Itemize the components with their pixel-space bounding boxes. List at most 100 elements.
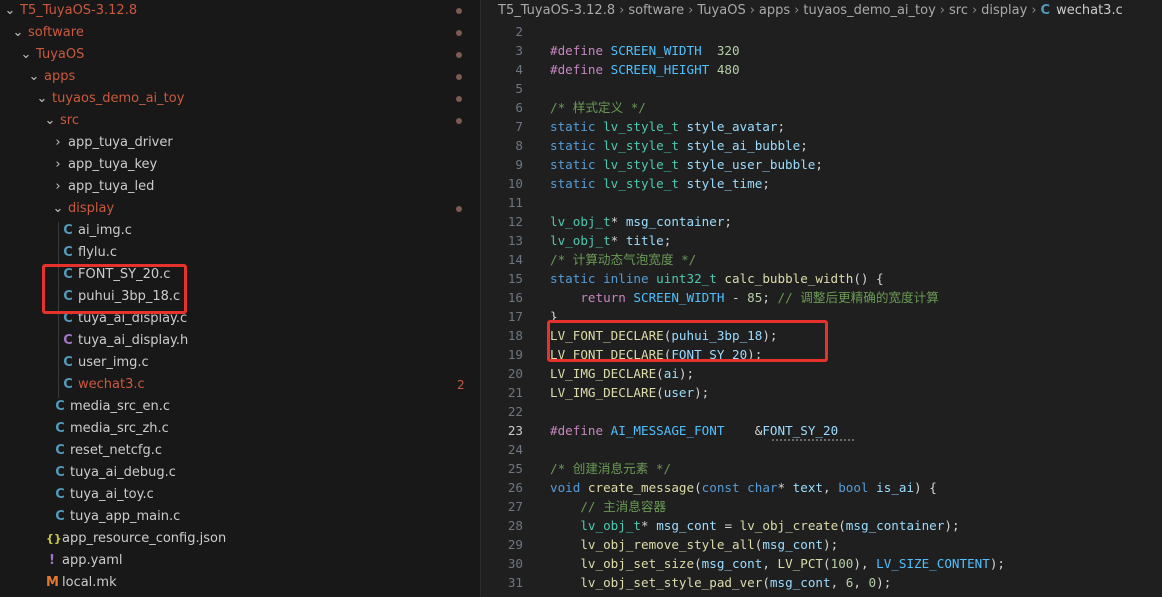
chevron-down-icon[interactable]: ⌄ [52, 198, 64, 220]
code-line[interactable]: 9 static lv_style_t style_user_bubble; [481, 155, 1162, 174]
code-line[interactable]: 4 #define SCREEN_HEIGHT 480 [481, 60, 1162, 79]
file-item[interactable]: Creset_netcfg.c [0, 440, 480, 462]
file-label: ai_img.c [78, 223, 132, 238]
code-line[interactable]: 22 [481, 402, 1162, 421]
folder-item[interactable]: › app_tuya_driver [0, 132, 480, 154]
chevron-down-icon[interactable]: ⌄ [36, 88, 48, 110]
chevron-down-icon[interactable]: ⌄ [28, 66, 40, 88]
breadcrumb-item[interactable]: T5_TuyaOS-3.12.8 [498, 3, 615, 18]
folder-item[interactable]: ⌄ tuyaos_demo_ai_toy [0, 88, 480, 110]
code-line[interactable]: 6 /* 样式定义 */ [481, 98, 1162, 117]
file-item[interactable]: Mlocal.mk [0, 572, 480, 594]
folder-item[interactable]: ⌄ software [0, 22, 480, 44]
code-text: return SCREEN_WIDTH - 85; // 调整后更精确的宽度计算 [550, 288, 938, 307]
file-item[interactable]: ! app.yaml [0, 550, 480, 572]
code-token: lv_style_t [603, 176, 687, 191]
file-item[interactable]: Ctuya_ai_toy.c [0, 484, 480, 506]
line-number: 27 [507, 499, 523, 514]
line-number: 29 [507, 537, 523, 552]
modified-dot-icon [456, 206, 462, 212]
code-token: user [663, 385, 695, 400]
folder-item[interactable]: ⌄ display [0, 198, 480, 220]
code-line[interactable]: 13 lv_obj_t* title; [481, 231, 1162, 250]
code-token: msg_cont [762, 537, 823, 552]
file-item[interactable]: {} app_resource_config.json [0, 528, 480, 550]
code-line[interactable]: 26 void create_message(const char* text, … [481, 478, 1162, 497]
folder-item[interactable]: ⌄ TuyaOS [0, 44, 480, 66]
code-line[interactable]: 10 static lv_style_t style_time; [481, 174, 1162, 193]
code-text: static lv_style_t style_user_bubble; [550, 155, 823, 174]
code-line[interactable]: 31 lv_obj_set_style_pad_ver(msg_cont, 6,… [481, 573, 1162, 592]
code-line[interactable]: 5 [481, 79, 1162, 98]
code-text: static lv_style_t style_avatar; [550, 117, 785, 136]
code-token: lv_obj_set_size [580, 556, 695, 571]
highlight-box-font-files [42, 264, 187, 314]
folder-item[interactable]: ⌄ apps [0, 66, 480, 88]
code-token: () { [853, 271, 884, 286]
line-number: 12 [507, 214, 523, 229]
code-line[interactable]: 20 LV_IMG_DECLARE(ai); [481, 364, 1162, 383]
file-item[interactable]: Cwechat3.c 2 [0, 374, 480, 396]
code-token: msg_container [845, 518, 945, 533]
code-line[interactable]: 16 return SCREEN_WIDTH - 85; // 调整后更精确的宽… [481, 288, 1162, 307]
file-item[interactable]: Cmedia_src_en.c [0, 396, 480, 418]
breadcrumb-item[interactable]: tuyaos_demo_ai_toy [803, 3, 935, 18]
file-item[interactable]: Ctuya_ai_debug.c [0, 462, 480, 484]
folder-item[interactable]: › app_tuya_key [0, 154, 480, 176]
code-line[interactable]: 29 lv_obj_remove_style_all(msg_cont); [481, 535, 1162, 554]
code-token: 0 [868, 575, 877, 590]
folder-item[interactable]: ⌄ src [0, 110, 480, 132]
file-item[interactable]: Cflylu.c [0, 242, 480, 264]
breadcrumb-file[interactable]: wechat3.c [1056, 3, 1123, 18]
file-item[interactable]: Cuser_img.c [0, 352, 480, 374]
chevron-down-icon[interactable]: ⌄ [20, 44, 32, 66]
chevron-down-icon[interactable]: ⌄ [44, 110, 56, 132]
code-line[interactable]: 27 // 主消息容器 [481, 497, 1162, 516]
code-line[interactable]: 21 LV_IMG_DECLARE(user); [481, 383, 1162, 402]
code-line[interactable]: 15 static inline uint32_t calc_bubble_wid… [481, 269, 1162, 288]
problem-count-badge: 2 [457, 378, 465, 392]
code-line[interactable]: 8 static lv_style_t style_ai_bubble; [481, 136, 1162, 155]
breadcrumb-item[interactable]: src [949, 3, 968, 18]
chevron-right-icon[interactable]: › [52, 132, 64, 154]
code-line[interactable]: 11 [481, 193, 1162, 212]
breadcrumb-item[interactable]: TuyaOS [697, 3, 745, 18]
chevron-down-icon[interactable]: ⌄ [12, 22, 24, 44]
file-label: tuya_ai_toy.c [70, 487, 154, 502]
code-token: ; [800, 138, 808, 153]
breadcrumb-item[interactable]: apps [759, 3, 790, 18]
chevron-down-icon[interactable]: ⌄ [4, 0, 16, 22]
code-line[interactable]: 14 /* 计算动态气泡宽度 */ [481, 250, 1162, 269]
folder-item[interactable]: › app_tuya_led [0, 176, 480, 198]
code-text: LV_IMG_DECLARE(user); [550, 383, 709, 402]
code-line[interactable]: 24 [481, 440, 1162, 459]
c-file-icon: C [1040, 3, 1051, 18]
code-line[interactable]: 7 static lv_style_t style_avatar; [481, 117, 1162, 136]
folder-item[interactable]: ⌄ T5_TuyaOS-3.12.8 [0, 0, 480, 22]
chevron-right-icon[interactable]: › [52, 154, 64, 176]
chevron-right-icon[interactable]: › [52, 176, 64, 198]
code-token: void [550, 480, 588, 495]
modified-dot-icon [456, 8, 462, 14]
file-item[interactable]: Ctuya_ai_display.h [0, 330, 480, 352]
file-item[interactable]: Cai_img.c [0, 220, 480, 242]
code-token: is_ai [876, 480, 915, 495]
line-number: 14 [507, 252, 523, 267]
folder-label: app_tuya_led [68, 179, 155, 194]
code-line[interactable]: 30 lv_obj_set_size(msg_cont, LV_PCT(100)… [481, 554, 1162, 573]
file-item[interactable]: Cmedia_src_zh.c [0, 418, 480, 440]
file-item[interactable]: Ctuya_app_main.c [0, 506, 480, 528]
code-token: AI_MESSAGE_FONT [610, 423, 725, 438]
code-line[interactable]: 2 [481, 22, 1162, 41]
code-line[interactable]: 3 #define SCREEN_WIDTH 320 [481, 41, 1162, 60]
breadcrumb-item[interactable]: display [981, 3, 1027, 18]
breadcrumb-item[interactable]: software [628, 3, 684, 18]
code-line[interactable]: 12 lv_obj_t* msg_container; [481, 212, 1162, 231]
code-line[interactable]: 25 /* 创建消息元素 */ [481, 459, 1162, 478]
code-editor[interactable]: T5_TuyaOS-3.12.8 › software › TuyaOS › apps › tu… [481, 0, 1162, 597]
code-line[interactable]: 28 lv_obj_t* msg_cont = lv_obj_create(ms… [481, 516, 1162, 535]
code-text: lv_obj_set_style_pad_ver(msg_cont, 6, 0)… [550, 573, 891, 592]
c-file-icon: C [55, 465, 65, 480]
